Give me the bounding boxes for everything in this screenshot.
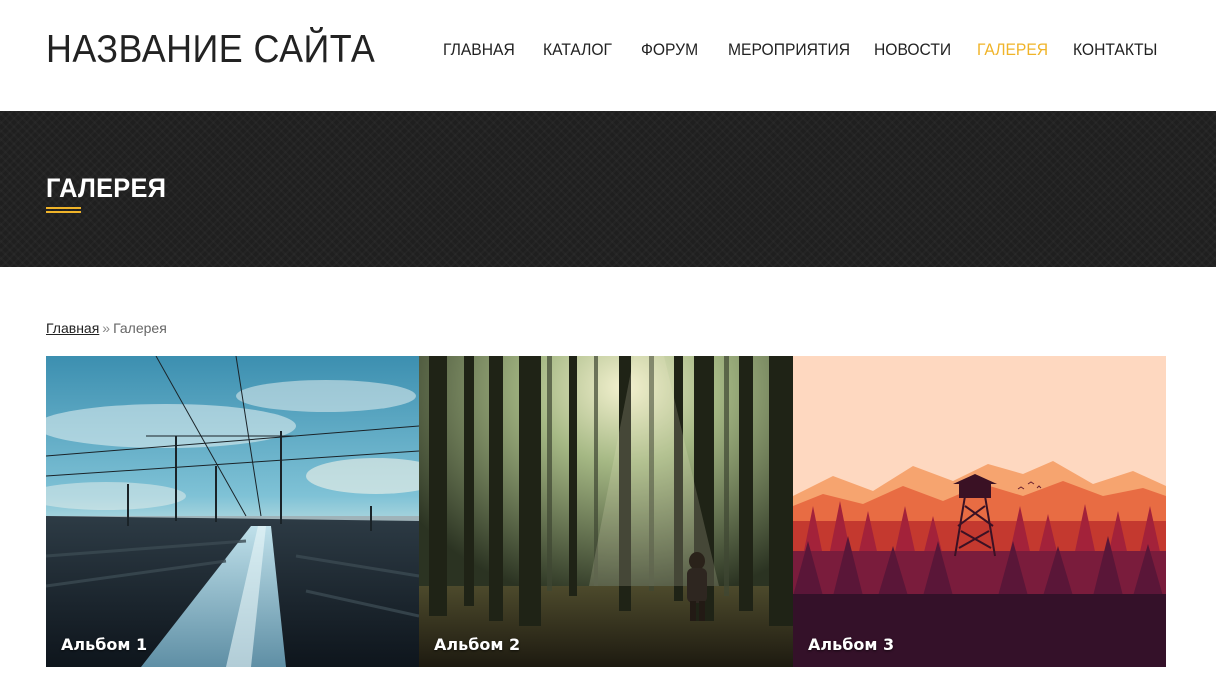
nav-item-news[interactable]: НОВОСТИ (874, 40, 951, 60)
sunlit-forest-photo (419, 356, 793, 667)
nav-item-forum[interactable]: ФОРУМ (641, 40, 698, 60)
site-title[interactable]: НАЗВАНИЕ САЙТА (46, 28, 375, 72)
gallery-grid: Альбом 1 Альбом 2 Альбом 3 (46, 356, 1166, 667)
album-title: Альбом 1 (61, 635, 148, 654)
breadcrumb-home-link[interactable]: Главная (46, 320, 99, 336)
nav-item-home[interactable]: ГЛАВНАЯ (443, 40, 515, 60)
nav-item-catalog[interactable]: КАТАЛОГ (543, 40, 612, 60)
railway-tracks-photo (46, 356, 419, 667)
main-nav: ГЛАВНАЯ КАТАЛОГ ФОРУМ МЕРОПРИЯТИЯ НОВОСТ… (436, 40, 1216, 64)
site-header: НАЗВАНИЕ САЙТА ГЛАВНАЯ КАТАЛОГ ФОРУМ МЕР… (0, 0, 1216, 111)
album-title: Альбом 2 (434, 635, 521, 654)
title-underline (46, 207, 81, 213)
breadcrumb-separator: » (102, 320, 111, 336)
nav-item-contacts[interactable]: КОНТАКТЫ (1073, 40, 1157, 60)
nav-item-events[interactable]: МЕРОПРИЯТИЯ (728, 40, 850, 60)
nav-item-gallery[interactable]: ГАЛЕРЕЯ (977, 40, 1048, 60)
album-card-3[interactable]: Альбом 3 (793, 356, 1166, 667)
page-title: ГАЛЕРЕЯ (46, 173, 167, 203)
breadcrumb-current: Галерея (113, 320, 167, 336)
album-title: Альбом 3 (808, 635, 895, 654)
album-card-2[interactable]: Альбом 2 (419, 356, 793, 667)
page-banner: ГАЛЕРЕЯ (0, 111, 1216, 267)
breadcrumb: Главная» Галерея (46, 320, 167, 336)
album-card-1[interactable]: Альбом 1 (46, 356, 419, 667)
mountain-lookout-tower-illustration (793, 356, 1166, 667)
